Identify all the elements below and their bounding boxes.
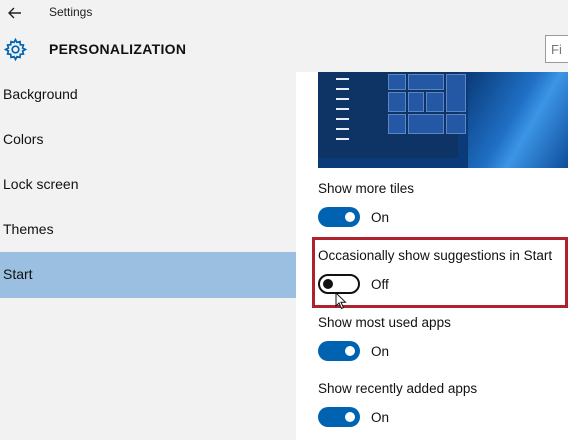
- preview-tile: [388, 114, 406, 134]
- sidebar-item-background[interactable]: Background: [0, 72, 296, 118]
- show-more-tiles-label: Show more tiles: [318, 181, 415, 196]
- sidebar-item-lock-screen[interactable]: Lock screen: [0, 162, 296, 208]
- gear-icon: [3, 37, 28, 62]
- toggle-knob: [345, 346, 355, 356]
- sidebar-item-label: Lock screen: [3, 176, 79, 192]
- preview-tile: [446, 114, 466, 134]
- preview-menu-line: [336, 118, 349, 120]
- start-preview-image: [318, 72, 568, 168]
- page-header: PERSONALIZATION Fi: [0, 26, 568, 72]
- sidebar-item-start[interactable]: Start: [0, 252, 296, 298]
- sidebar-item-themes[interactable]: Themes: [0, 207, 296, 253]
- page-title: PERSONALIZATION: [49, 41, 187, 57]
- toggle-knob: [345, 412, 355, 422]
- sidebar: Background Colors Lock screen Themes Sta…: [0, 72, 296, 440]
- preview-tile: [388, 92, 406, 112]
- title-bar: Settings: [0, 0, 568, 26]
- back-arrow-icon: [8, 7, 21, 19]
- preview-tile: [408, 92, 424, 112]
- sidebar-item-label: Start: [3, 266, 33, 282]
- window-title: Settings: [49, 5, 93, 19]
- preview-menu-line: [336, 78, 349, 80]
- show-most-used-apps-label: Show most used apps: [318, 315, 451, 330]
- preview-menu-line: [336, 128, 349, 130]
- preview-wallpaper: [468, 72, 568, 168]
- sidebar-item-label: Colors: [3, 131, 44, 147]
- show-more-tiles-toggle[interactable]: [318, 207, 360, 227]
- back-button[interactable]: [0, 0, 30, 26]
- preview-tile: [388, 74, 406, 90]
- sidebar-item-label: Background: [3, 86, 78, 102]
- preview-menu-line: [336, 98, 349, 100]
- show-recently-added-apps-label: Show recently added apps: [318, 381, 478, 396]
- preview-tile: [408, 74, 444, 90]
- toggle-knob: [345, 212, 355, 222]
- preview-menu-line: [336, 108, 349, 110]
- sidebar-item-colors[interactable]: Colors: [0, 117, 296, 163]
- preview-menu-line: [336, 88, 349, 90]
- annotation-highlight-box: [312, 237, 568, 308]
- sidebar-item-label: Themes: [3, 221, 54, 237]
- show-recently-added-apps-toggle[interactable]: [318, 407, 360, 427]
- mouse-cursor-icon: [335, 292, 347, 310]
- show-more-tiles-state: On: [371, 210, 390, 225]
- show-recently-added-apps-state: On: [371, 410, 390, 425]
- preview-menu-line: [336, 138, 349, 140]
- preview-tile: [446, 74, 466, 112]
- search-input[interactable]: Fi: [545, 35, 568, 63]
- preview-tile: [426, 92, 444, 112]
- preview-tile: [408, 114, 444, 134]
- show-most-used-apps-state: On: [371, 344, 390, 359]
- show-most-used-apps-toggle[interactable]: [318, 341, 360, 361]
